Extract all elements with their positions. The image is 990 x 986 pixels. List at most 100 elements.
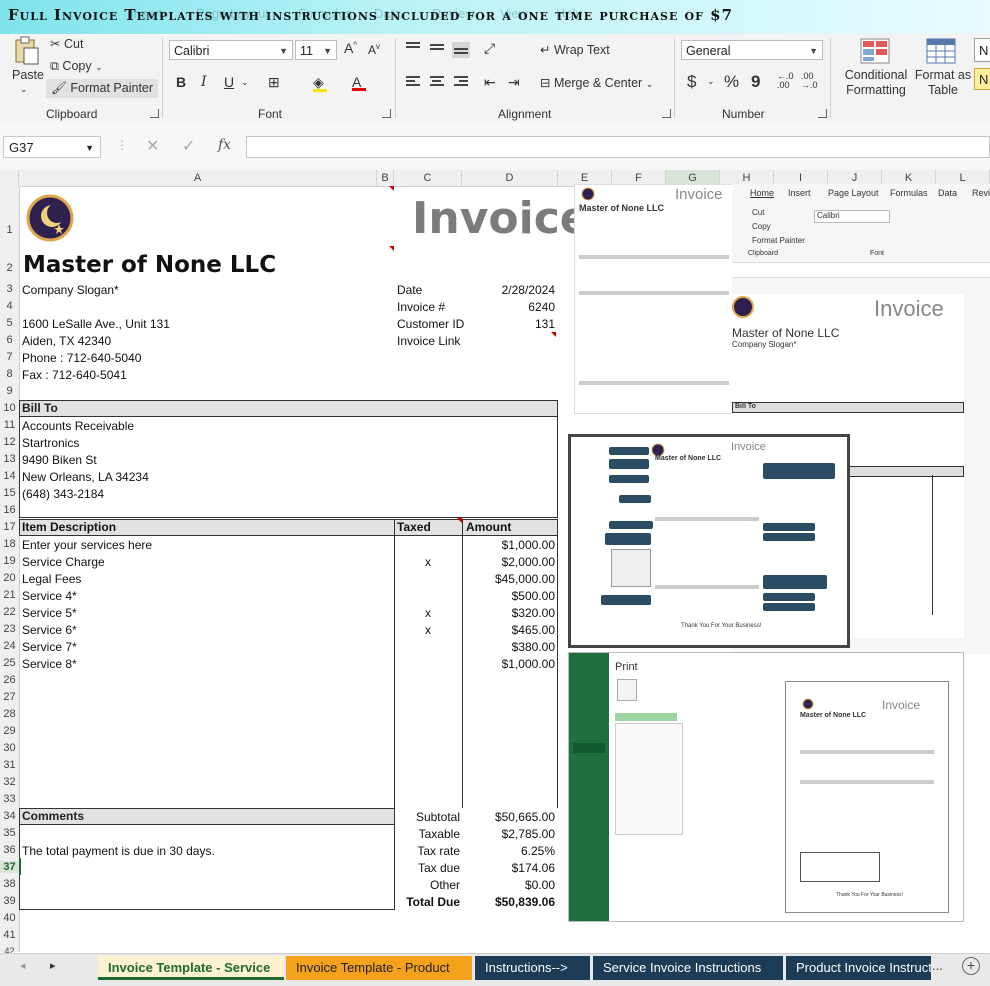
row-header[interactable]: 35: [0, 827, 19, 839]
paste-button[interactable]: Paste: [12, 68, 44, 82]
comment-text[interactable]: The total payment is due in 30 days.: [22, 843, 215, 860]
merge-center-button[interactable]: ⊟ Merge & Center ⌄: [540, 75, 653, 90]
column-header[interactable]: B: [377, 170, 394, 186]
borders-icon[interactable]: ⊞: [268, 74, 280, 91]
sheet-tab-service-instructions[interactable]: Service Invoice Instructions: [593, 956, 783, 980]
comma-style-icon[interactable]: 9: [751, 72, 760, 92]
row-header[interactable]: 10: [0, 402, 19, 414]
total-value[interactable]: 6.25%: [462, 843, 555, 860]
row-header[interactable]: 2: [0, 262, 19, 274]
chevron-down-icon[interactable]: ⌄: [241, 77, 249, 88]
align-bottom-icon[interactable]: [452, 42, 470, 58]
item-description[interactable]: Legal Fees: [22, 571, 81, 588]
item-amount[interactable]: $2,000.00: [462, 554, 555, 571]
row-header[interactable]: 36: [0, 844, 19, 856]
sheet-tab-product[interactable]: Invoice Template - Product: [286, 956, 472, 980]
increase-decimal-icon[interactable]: ←.0.00: [777, 72, 794, 90]
row-header[interactable]: 31: [0, 759, 19, 771]
row-header[interactable]: 25: [0, 657, 19, 669]
row-header[interactable]: 15: [0, 487, 19, 499]
total-value[interactable]: $0.00: [462, 877, 555, 894]
row-header[interactable]: 38: [0, 878, 19, 890]
cell-style-neutral[interactable]: N: [974, 68, 990, 90]
row-header[interactable]: 12: [0, 436, 19, 448]
tab-scroll-right-icon[interactable]: ▸: [50, 959, 56, 972]
column-header[interactable]: D: [462, 170, 558, 186]
bill-to-line[interactable]: (648) 343-2184: [22, 486, 104, 503]
currency-icon[interactable]: $: [687, 72, 696, 92]
item-description[interactable]: Service 6*: [22, 622, 77, 639]
format-painter-button[interactable]: 🖌 Format Painter: [46, 79, 159, 98]
alignment-launcher-icon[interactable]: [662, 109, 671, 118]
bill-to-line[interactable]: Startronics: [22, 435, 79, 452]
paste-dropdown-icon[interactable]: ⌄: [20, 84, 28, 95]
column-header[interactable]: A: [19, 170, 377, 186]
sheet-tab-instructions[interactable]: Instructions-->: [475, 956, 590, 980]
item-taxed[interactable]: x: [425, 622, 431, 639]
meta-value[interactable]: 131: [462, 316, 555, 333]
row-header[interactable]: 6: [0, 334, 19, 346]
row-header[interactable]: 13: [0, 453, 19, 465]
item-description[interactable]: Service 5*: [22, 605, 77, 622]
column-header[interactable]: C: [394, 170, 462, 186]
increase-font-icon[interactable]: A^: [344, 40, 357, 56]
row-header[interactable]: 5: [0, 317, 19, 329]
row-header[interactable]: 40: [0, 912, 19, 924]
name-box[interactable]: G37 ▼: [3, 136, 101, 158]
row-header[interactable]: 41: [0, 929, 19, 941]
item-amount[interactable]: $1,000.00: [462, 656, 555, 673]
add-sheet-icon[interactable]: +: [962, 957, 980, 975]
cell-style-normal[interactable]: N: [974, 38, 990, 62]
item-taxed[interactable]: x: [425, 605, 431, 622]
enter-icon[interactable]: ✓: [182, 136, 195, 156]
row-header[interactable]: 23: [0, 623, 19, 635]
item-amount[interactable]: $1,000.00: [462, 537, 555, 554]
row-header[interactable]: 7: [0, 351, 19, 363]
align-middle-icon[interactable]: [430, 44, 444, 56]
bill-to-line[interactable]: 9490 Biken St: [22, 452, 97, 469]
more-sheets-button[interactable]: ...: [932, 958, 943, 973]
row-header[interactable]: 28: [0, 708, 19, 720]
item-description[interactable]: Service Charge: [22, 554, 105, 571]
italic-icon[interactable]: I: [201, 74, 207, 90]
fill-color-icon[interactable]: ◈: [313, 74, 327, 92]
font-name-combo[interactable]: Calibri ▼: [169, 40, 293, 60]
font-size-combo[interactable]: 11 ▼: [295, 40, 337, 60]
bill-to-line[interactable]: Accounts Receivable: [22, 418, 134, 435]
sheet-tab-product-instructions[interactable]: Product Invoice Instructions: [786, 956, 931, 980]
select-all-corner[interactable]: [0, 170, 19, 186]
item-amount[interactable]: $380.00: [462, 639, 555, 656]
row-header[interactable]: 19: [0, 555, 19, 567]
cut-button[interactable]: ✂ Cut: [50, 36, 83, 51]
conditional-formatting-icon[interactable]: [860, 38, 890, 67]
increase-indent-icon[interactable]: ⇥: [508, 74, 520, 91]
paste-icon[interactable]: [12, 36, 40, 66]
align-top-icon[interactable]: [406, 42, 420, 54]
chevron-down-icon[interactable]: ⌄: [707, 76, 715, 87]
format-as-table-button[interactable]: Format as Table: [912, 68, 974, 98]
item-description[interactable]: Service 4*: [22, 588, 77, 605]
row-header[interactable]: 20: [0, 572, 19, 584]
decrease-decimal-icon[interactable]: .00 →.0: [801, 72, 818, 90]
bold-icon[interactable]: B: [176, 74, 186, 90]
wrap-text-button[interactable]: ↵ Wrap Text: [540, 42, 610, 57]
row-header[interactable]: 33: [0, 793, 19, 805]
item-description[interactable]: Service 7*: [22, 639, 77, 656]
row-header[interactable]: 22: [0, 606, 19, 618]
row-header[interactable]: 18: [0, 538, 19, 550]
percent-icon[interactable]: %: [724, 72, 739, 92]
row-header[interactable]: 8: [0, 368, 19, 380]
number-launcher-icon[interactable]: [818, 109, 827, 118]
align-right-icon[interactable]: [454, 76, 468, 88]
insert-function-icon[interactable]: fx: [218, 137, 231, 153]
underline-icon[interactable]: U: [224, 74, 234, 90]
clipboard-launcher-icon[interactable]: [150, 109, 159, 118]
tab-scroll-left-icon[interactable]: ◂: [20, 959, 26, 972]
row-header[interactable]: 16: [0, 504, 19, 516]
row-header[interactable]: 21: [0, 589, 19, 601]
number-format-combo[interactable]: General ▼: [681, 40, 823, 60]
item-taxed[interactable]: x: [425, 554, 431, 571]
orientation-icon[interactable]: ⤢: [484, 40, 495, 57]
align-center-icon[interactable]: [430, 76, 444, 88]
row-header[interactable]: 34: [0, 810, 19, 822]
